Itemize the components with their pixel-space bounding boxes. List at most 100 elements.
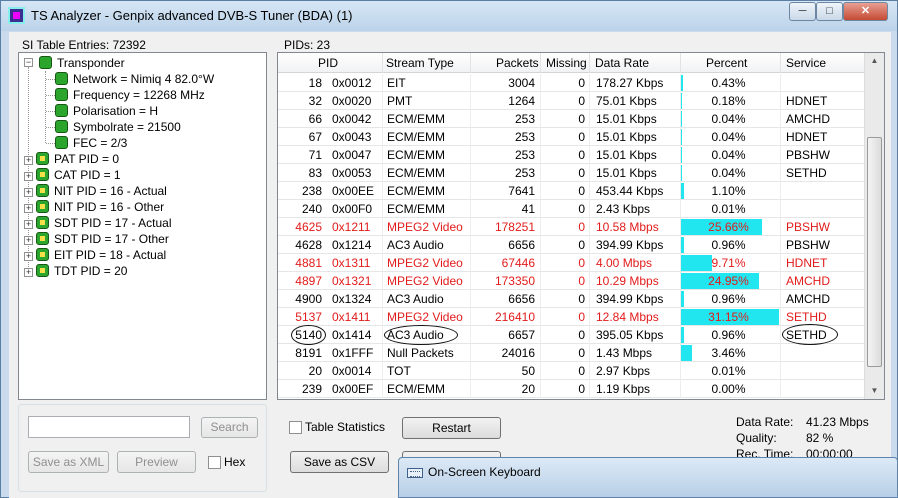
tree-node-property[interactable]: Symbolrate = 21500 <box>55 119 181 135</box>
tree-node-table[interactable]: + SDT PID = 17 - Actual <box>24 215 172 231</box>
expand-icon[interactable]: + <box>24 268 33 277</box>
tree-node-label: NIT PID = 16 - Other <box>54 200 165 214</box>
cell-service: HDNET <box>786 256 828 270</box>
expand-icon[interactable]: + <box>24 252 33 261</box>
cell-packets: 253 <box>514 112 535 126</box>
cell-packets: 24016 <box>501 346 535 360</box>
table-row[interactable]: 4881 0x1311 MPEG2 Video 67446 0 4.00 Mbps 9.71… <box>278 254 864 272</box>
cell-data-rate: 178.27 Kbps <box>596 76 664 90</box>
table-row[interactable]: 67 0x0043 ECM/EMM 253 0 15.01 Kbps 0.04% HDNET <box>278 128 864 146</box>
table-row[interactable]: 4897 0x1321 MPEG2 Video 173350 0 10.29 Mbps 24… <box>278 272 864 290</box>
cell-stream-type: MPEG2 Video <box>387 274 463 288</box>
tree-node-table[interactable]: + NIT PID = 16 - Other <box>24 199 164 215</box>
cell-data-rate: 15.01 Kbps <box>596 112 657 126</box>
tree-node-property[interactable]: Network = Nimiq 4 82.0°W <box>55 71 214 87</box>
pid-table[interactable]: PID Stream Type Packets Missing Data Rat… <box>277 52 885 400</box>
cell-pid: 239 <box>301 382 322 396</box>
col-header-stream-type[interactable]: Stream Type <box>386 56 454 70</box>
close-button[interactable]: ✕ <box>843 2 888 21</box>
expand-icon[interactable]: + <box>24 220 33 229</box>
green-node-icon <box>55 88 68 101</box>
cell-pid-hex: 0x1214 <box>332 238 372 252</box>
tree-node-label: CAT PID = 1 <box>54 168 121 182</box>
table-row[interactable]: 4628 0x1214 AC3 Audio 6656 0 394.99 Kbps 0.96%… <box>278 236 864 254</box>
search-button[interactable]: Search <box>201 417 258 438</box>
table-row[interactable]: 239 0x00EF ECM/EMM 20 0 1.19 Kbps 0.00% <box>278 380 864 398</box>
tree-node-table[interactable]: + SDT PID = 17 - Other <box>24 231 169 247</box>
col-header-data-rate[interactable]: Data Rate <box>595 56 649 70</box>
table-node-icon <box>36 152 49 165</box>
collapse-icon[interactable]: − <box>24 58 33 67</box>
minimize-button[interactable]: ─ <box>789 2 816 21</box>
save-as-xml-button[interactable]: Save as XML <box>28 451 109 473</box>
cell-packets: 67446 <box>501 256 535 270</box>
on-screen-keyboard-window[interactable]: On-Screen Keyboard <box>398 457 898 498</box>
scroll-up-arrow-icon[interactable]: ▲ <box>865 53 884 69</box>
tree-node-table[interactable]: + TDT PID = 20 <box>24 263 127 279</box>
col-header-packets[interactable]: Packets <box>496 56 539 70</box>
col-header-percent[interactable]: Percent <box>706 56 747 70</box>
restart-button[interactable]: Restart <box>402 417 501 439</box>
tree-node-property[interactable]: Frequency = 12268 MHz <box>55 87 205 103</box>
cell-percent: 0.01% <box>711 364 746 378</box>
table-row[interactable]: 32 0x0020 PMT 1264 0 75.01 Kbps 0.18% HDNET <box>278 92 864 110</box>
cell-stream-type: ECM/EMM <box>387 112 445 126</box>
hex-checkbox[interactable] <box>208 456 221 469</box>
tree-node-transponder[interactable]: Transponder <box>39 55 125 71</box>
expand-icon[interactable]: + <box>24 172 33 181</box>
cell-service: AMCHD <box>786 274 830 288</box>
table-row[interactable]: 5140 0x1414 AC3 Audio 6657 0 395.05 Kbps 0.96%… <box>278 326 864 344</box>
tree-node-table[interactable]: + CAT PID = 1 <box>24 167 121 183</box>
expand-icon[interactable]: + <box>24 156 33 165</box>
preview-button[interactable]: Preview <box>117 451 196 473</box>
table-vertical-scrollbar[interactable]: ▲ ▼ <box>864 53 884 399</box>
cell-data-rate: 4.00 Mbps <box>596 256 653 270</box>
app-icon <box>8 7 25 24</box>
cell-data-rate: 1.19 Kbps <box>596 382 651 396</box>
si-tree[interactable]: Transponder − Network = Nimiq 4 82.0°W Freq… <box>18 52 267 400</box>
cell-data-rate: 10.58 Mbps <box>596 220 659 234</box>
table-row[interactable]: 71 0x0047 ECM/EMM 253 0 15.01 Kbps 0.04% PBSHW <box>278 146 864 164</box>
table-statistics-checkbox[interactable] <box>289 421 302 434</box>
col-header-pid[interactable]: PID <box>318 56 338 70</box>
table-row[interactable]: 4625 0x1211 MPEG2 Video 178251 0 10.58 Mbps 25… <box>278 218 864 236</box>
col-header-missing[interactable]: Missing <box>546 56 587 70</box>
expand-icon[interactable]: + <box>24 236 33 245</box>
scroll-down-arrow-icon[interactable]: ▼ <box>865 383 884 399</box>
cell-pid-hex: 0x0043 <box>332 130 372 144</box>
search-input[interactable] <box>28 416 190 438</box>
cell-percent: 0.04% <box>711 166 746 180</box>
cell-pid: 4625 <box>295 220 322 234</box>
cell-data-rate: 12.84 Mbps <box>596 310 659 324</box>
cell-percent: 0.43% <box>711 76 746 90</box>
scroll-thumb[interactable] <box>867 137 882 367</box>
tree-node-property[interactable]: Polarisation = H <box>55 103 158 119</box>
tree-node-label: SDT PID = 17 - Other <box>54 232 169 246</box>
cell-percent: 1.10% <box>711 184 746 198</box>
table-row[interactable]: 8191 0x1FFF Null Packets 24016 0 1.43 Mbps 3.4… <box>278 344 864 362</box>
save-as-csv-button[interactable]: Save as CSV <box>290 451 389 473</box>
table-row[interactable]: 66 0x0042 ECM/EMM 253 0 15.01 Kbps 0.04% AMCHD <box>278 110 864 128</box>
table-row[interactable]: 238 0x00EE ECM/EMM 7641 0 453.44 Kbps 1.10% <box>278 182 864 200</box>
cell-service: PBSHW <box>786 148 831 162</box>
tree-node-property[interactable]: FEC = 2/3 <box>55 135 127 151</box>
cell-pid-hex: 0x1414 <box>332 328 372 342</box>
table-row[interactable]: 4900 0x1324 AC3 Audio 6656 0 394.99 Kbps 0.96%… <box>278 290 864 308</box>
table-row[interactable]: 83 0x0053 ECM/EMM 253 0 15.01 Kbps 0.04% SETHD <box>278 164 864 182</box>
tree-node-table[interactable]: + PAT PID = 0 <box>24 151 119 167</box>
col-header-service[interactable]: Service <box>786 56 826 70</box>
table-row[interactable]: 5137 0x1411 MPEG2 Video 216410 0 12.84 Mbps 31… <box>278 308 864 326</box>
tree-node-table[interactable]: + NIT PID = 16 - Actual <box>24 183 167 199</box>
cell-stream-type: ECM/EMM <box>387 130 445 144</box>
title-bar[interactable]: TS Analyzer - Genpix advanced DVB-S Tune… <box>1 1 897 31</box>
table-row[interactable]: 240 0x00F0 ECM/EMM 41 0 2.43 Kbps 0.01% <box>278 200 864 218</box>
table-row[interactable]: 20 0x0014 TOT 50 0 2.97 Kbps 0.01% <box>278 362 864 380</box>
green-node-icon <box>39 56 52 69</box>
expand-icon[interactable]: + <box>24 188 33 197</box>
cell-missing: 0 <box>578 238 585 252</box>
tree-node-table[interactable]: + EIT PID = 18 - Actual <box>24 247 166 263</box>
data-rate-value: 41.23 Mbps <box>806 415 869 429</box>
expand-icon[interactable]: + <box>24 204 33 213</box>
table-row[interactable]: 18 0x0012 EIT 3004 0 178.27 Kbps 0.43% <box>278 74 864 92</box>
maximize-button[interactable]: □ <box>816 2 843 21</box>
